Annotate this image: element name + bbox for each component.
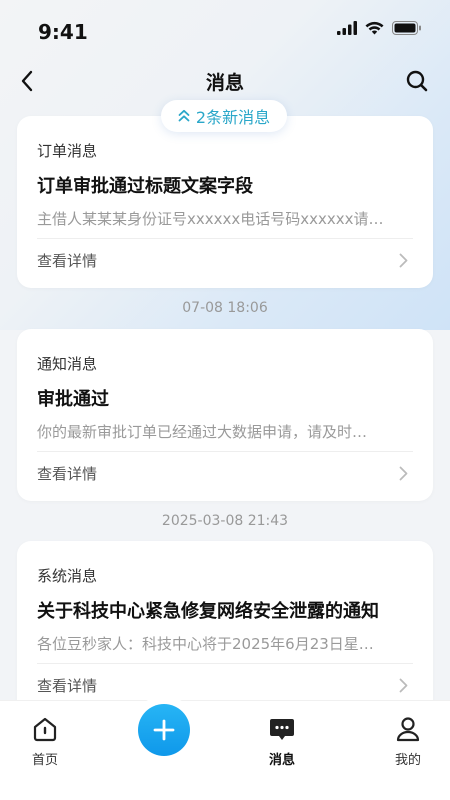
battery-icon (392, 20, 422, 39)
chevron-right-icon[interactable] (395, 675, 411, 695)
view-details-link[interactable]: 查看详情 (37, 675, 97, 696)
double-chevron-up-icon (178, 109, 190, 122)
tab-label: 首页 (31, 753, 58, 768)
message-title: 审批通过 (37, 389, 109, 410)
tab-label: 消息 (268, 753, 295, 768)
message-card-order[interactable]: 订单消息 订单审批通过标题文案字段 主借人某某某身份证号xxxxxx电话号码xx… (17, 116, 433, 288)
card-divider (37, 451, 413, 452)
message-card-system[interactable]: 系统消息 关于科技中心紧急修复网络安全泄露的通知 各位豆秒家人：科技中心将于20… (17, 541, 433, 700)
message-preview: 各位豆秒家人：科技中心将于2025年6月23日星… (37, 635, 374, 653)
new-messages-pill[interactable]: 2条新消息 (161, 100, 287, 132)
message-card-notice[interactable]: 通知消息 审批通过 你的最新审批订单已经通过大数据申请，请及时… 查看详情 (17, 329, 433, 501)
card-divider (37, 238, 413, 239)
message-title: 关于科技中心紧急修复网络安全泄露的通知 (37, 601, 379, 622)
chevron-right-icon[interactable] (395, 463, 411, 483)
search-icon (406, 70, 428, 92)
user-icon (396, 717, 420, 742)
tab-profile[interactable]: 我的 (368, 715, 448, 768)
message-preview: 主借人某某某身份证号xxxxxx电话号码xxxxxx请… (37, 210, 384, 228)
message-title: 订单审批通过标题文案字段 (37, 176, 253, 197)
message-category: 通知消息 (37, 355, 98, 373)
message-list[interactable]: 订单消息 订单审批通过标题文案字段 主借人某某某身份证号xxxxxx电话号码xx… (0, 104, 450, 700)
status-icons (337, 20, 422, 39)
home-icon (33, 717, 57, 742)
plus-icon (153, 719, 175, 741)
new-messages-label: 2条新消息 (195, 108, 271, 127)
message-category: 订单消息 (37, 142, 98, 160)
tab-home[interactable]: 首页 (5, 715, 85, 768)
chevron-right-icon[interactable] (395, 250, 411, 270)
page-title: 消息 (205, 72, 244, 94)
message-timestamp: 07-08 18:06 (182, 300, 268, 316)
message-category: 系统消息 (37, 567, 98, 585)
message-preview: 你的最新审批订单已经通过大数据申请，请及时… (37, 423, 368, 441)
nav-bar: 消息 (0, 58, 450, 104)
wifi-icon (365, 20, 384, 39)
tab-messages[interactable]: 消息 (242, 715, 322, 768)
card-divider (37, 663, 413, 664)
message-timestamp: 2025-03-08 21:43 (161, 513, 289, 529)
view-details-link[interactable]: 查看详情 (37, 250, 97, 271)
tab-bar: 首页 消息 我的 (0, 700, 450, 800)
view-details-link[interactable]: 查看详情 (37, 463, 97, 484)
tab-label: 我的 (394, 753, 421, 768)
add-button[interactable] (138, 704, 190, 756)
signal-icon (337, 20, 357, 39)
status-bar: 9:41 (0, 0, 450, 58)
search-button[interactable] (402, 66, 432, 96)
message-icon (270, 719, 294, 740)
status-time: 9:41 (38, 20, 88, 44)
